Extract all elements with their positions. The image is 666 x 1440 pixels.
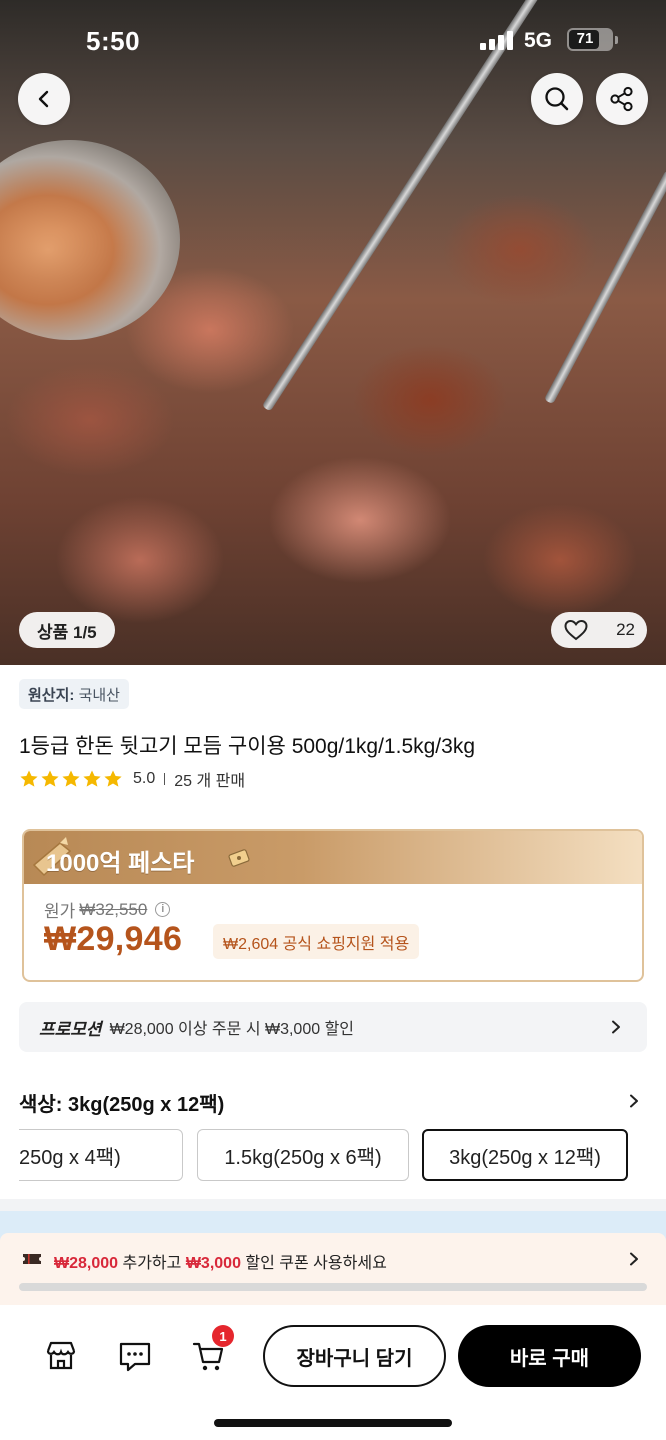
coupon-progress-bar xyxy=(19,1283,647,1291)
network-type: 5G xyxy=(524,29,553,52)
sauce-bowl-graphic xyxy=(0,140,180,340)
battery-icon: 71 xyxy=(567,28,618,51)
status-bar: 5:50 5G 71 xyxy=(0,0,666,80)
separator xyxy=(164,773,166,785)
festa-title: 1000억 페스타 xyxy=(46,850,195,877)
ticket-icon xyxy=(228,849,250,867)
original-price-row: 원가 ₩32,550 i xyxy=(44,897,171,922)
battery-percent: 71 xyxy=(576,30,594,47)
cart-count-badge: 1 xyxy=(212,1325,234,1347)
star-icon xyxy=(104,770,122,787)
festa-banner: 1000억 페스타 xyxy=(24,831,642,884)
coupon-discount: ₩3,000 xyxy=(185,1255,241,1272)
origin-chip: 원산지: 국내산 xyxy=(19,679,129,709)
info-icon[interactable]: i xyxy=(155,902,171,917)
option-list[interactable]: kg(250g x 4팩) 1.5kg(250g x 6팩) 3kg(250g … xyxy=(19,1127,666,1183)
original-price: ₩32,550 xyxy=(79,899,148,919)
star-icon xyxy=(83,770,101,787)
status-time: 5:50 xyxy=(86,26,141,56)
product-title: 1등급 한돈 뒷고기 모듬 구이용 500g/1kg/1.5kg/3kg xyxy=(19,735,475,758)
origin-label: 원산지: xyxy=(28,686,75,704)
promotion-text: ₩28,000 이상 주문 시 ₩3,000 할인 xyxy=(109,1021,355,1038)
original-label: 원가 xyxy=(44,902,76,921)
photo-counter: 상품 1/5 xyxy=(19,612,115,648)
sale-price: ₩29,946 xyxy=(44,920,183,958)
like-button[interactable]: 22 xyxy=(551,612,647,648)
promotion-row[interactable]: 프로모션 ₩28,000 이상 주문 시 ₩3,000 할인 xyxy=(19,1002,647,1052)
option-button-selected[interactable]: 3kg(250g x 12팩) xyxy=(422,1129,628,1181)
promotion-label: 프로모션 xyxy=(39,1019,102,1039)
origin-value: 국내산 xyxy=(78,686,120,704)
signal-icon xyxy=(480,30,514,50)
search-button[interactable] xyxy=(531,73,583,125)
buy-now-button[interactable]: 바로 구매 xyxy=(458,1325,641,1387)
star-icon xyxy=(62,770,80,787)
add-to-cart-button[interactable]: 장바구니 담기 xyxy=(263,1325,446,1387)
rating-row[interactable]: 5.0 25 개 판매 xyxy=(19,767,245,791)
section-divider xyxy=(0,1199,666,1211)
back-button[interactable] xyxy=(18,73,70,125)
coupon-icon xyxy=(23,1254,41,1264)
chevron-right-icon xyxy=(612,1020,620,1034)
support-badge: ₩2,604 공식 쇼핑지원 적용 xyxy=(213,924,420,959)
option-label[interactable]: 색상: 3kg(250g x 12팩) xyxy=(19,1088,224,1117)
chevron-left-icon xyxy=(38,90,49,108)
like-count: 22 xyxy=(616,620,635,639)
star-icon xyxy=(41,770,59,787)
coupon-text-tail: 할인 쿠폰 사용하세요 xyxy=(240,1255,387,1272)
star-rating xyxy=(19,769,123,789)
sold-count: 25 개 판매 xyxy=(174,773,246,790)
coupon-amount-needed: ₩28,000 xyxy=(54,1255,119,1272)
home-indicator xyxy=(214,1419,452,1427)
chopstick-graphic xyxy=(543,170,666,405)
share-button[interactable] xyxy=(596,73,648,125)
coupon-text: ₩28,000 추가하고 ₩3,000 할인 쿠폰 사용하세요 xyxy=(54,1249,387,1273)
chat-icon[interactable] xyxy=(117,1338,153,1374)
star-icon xyxy=(20,770,38,787)
option-button[interactable]: 1.5kg(250g x 6팩) xyxy=(197,1129,409,1181)
price-card: 1000억 페스타 원가 ₩32,550 i ₩29,946 ₩2,604 공식… xyxy=(22,829,644,982)
option-button[interactable]: kg(250g x 4팩) xyxy=(19,1129,183,1181)
chevron-right-icon xyxy=(630,1252,638,1266)
heart-icon xyxy=(564,619,588,641)
coupon-banner[interactable]: ₩28,000 추가하고 ₩3,000 할인 쿠폰 사용하세요 xyxy=(0,1233,666,1305)
search-icon xyxy=(545,87,569,111)
chevron-right-icon[interactable] xyxy=(627,1094,641,1108)
rating-value: 5.0 xyxy=(133,770,156,787)
share-icon xyxy=(610,86,633,112)
coupon-text-mid: 추가하고 xyxy=(118,1255,186,1272)
store-icon[interactable] xyxy=(43,1338,79,1374)
